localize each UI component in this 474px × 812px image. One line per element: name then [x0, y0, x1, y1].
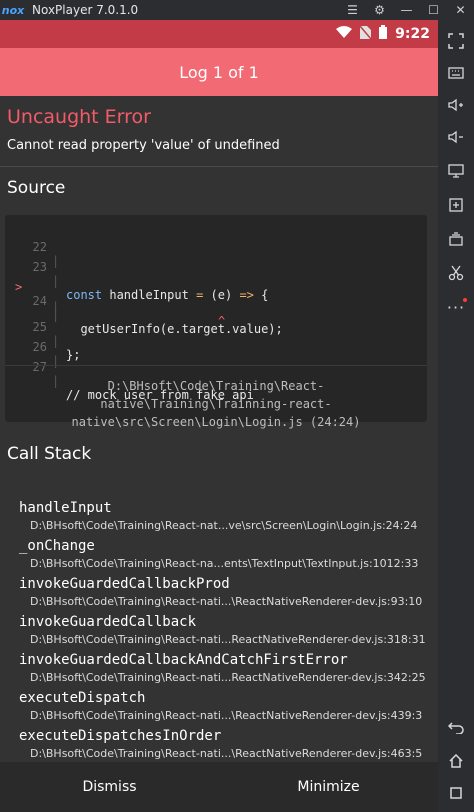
notification-dot: [463, 298, 467, 302]
emulator-toolbar: ···: [438, 20, 474, 812]
minimize-icon[interactable]: —: [393, 3, 420, 17]
volume-up-icon[interactable]: [438, 90, 474, 120]
screen-icon[interactable]: [438, 156, 474, 186]
nox-logo: nox: [1, 3, 25, 17]
stack-frame[interactable]: invokeGuardedCallback D:\BHsoft\Code\Tra…: [0, 614, 438, 652]
device-screen: 9:22 Log 1 of 1 Uncaught Error Cannot re…: [0, 20, 438, 812]
screenshot-icon[interactable]: [438, 190, 474, 220]
divider: [0, 166, 438, 167]
frame-location: D:\BHsoft\Code\Training\React-nati...\Re…: [30, 595, 423, 608]
maximize-icon[interactable]: ☐: [420, 3, 447, 17]
wifi-icon: [336, 26, 353, 42]
frame-function: _onChange: [19, 538, 95, 554]
recents-icon[interactable]: [438, 778, 474, 808]
window-controls: ☰ ⚙ — ☐ ✕: [339, 3, 474, 17]
status-time: 9:22: [395, 26, 430, 42]
more-icon[interactable]: ···: [438, 292, 474, 322]
code-line-error: > 24 | getUserInfo(e.target.value);: [5, 266, 427, 336]
frame-function: executeDispatchesInOrder: [19, 728, 222, 744]
redbox-content[interactable]: Uncaught Error Cannot read property 'val…: [0, 96, 438, 762]
no-sim-icon: [359, 25, 372, 43]
path-divider: [5, 365, 427, 366]
back-icon[interactable]: [438, 712, 474, 742]
code-line: 23 | const handleInput = (e) => {: [5, 246, 427, 302]
multi-instance-icon[interactable]: [438, 224, 474, 254]
frame-location: D:\BHsoft\Code\Training\React-nat...ve\s…: [30, 519, 418, 532]
code-line: 26 |: [5, 326, 427, 368]
log-title: Log 1 of 1: [179, 62, 259, 82]
status-bar: 9:22: [0, 20, 438, 48]
code-line: | ^: [5, 286, 427, 328]
stack-frame[interactable]: invokeGuardedCallbackAndCatchFirstError …: [0, 652, 438, 690]
frame-location: D:\BHsoft\Code\Training\React-nati...Rea…: [30, 633, 426, 646]
window-titlebar: nox NoxPlayer 7.0.1.0 ☰ ⚙ — ☐ ✕: [0, 0, 474, 20]
fullscreen-icon[interactable]: [438, 26, 474, 56]
stack-frame[interactable]: handleInput D:\BHsoft\Code\Training\Reac…: [0, 500, 438, 538]
menu-icon[interactable]: ☰: [339, 3, 366, 17]
frame-location: D:\BHsoft\Code\Training\React-nati...\Re…: [30, 709, 423, 722]
frame-location: D:\BHsoft\Code\Training\React-na...ents\…: [30, 557, 419, 570]
close-icon[interactable]: ✕: [447, 3, 474, 17]
minimize-button[interactable]: Minimize: [219, 762, 438, 812]
code-line: 27 | // mock user from fake api: [5, 346, 427, 402]
line-number: 27: [32, 360, 47, 374]
app-bar: Log 1 of 1: [0, 48, 438, 96]
frame-function: invokeGuardedCallback: [19, 614, 197, 630]
error-title: Uncaught Error: [7, 106, 151, 128]
frame-function: executeDispatch: [19, 690, 146, 706]
code-line: 22 |: [5, 226, 427, 268]
frame-function: invokeGuardedCallbackAndCatchFirstError: [19, 652, 348, 668]
redbox-footer: Dismiss Minimize: [0, 762, 438, 812]
call-stack-title: Call Stack: [7, 444, 92, 464]
error-message: Cannot read property 'value' of undefine…: [7, 138, 280, 153]
keyboard-icon[interactable]: [438, 58, 474, 88]
home-icon[interactable]: [438, 746, 474, 776]
frame-location: D:\BHsoft\Code\Training\React-nati...Rea…: [30, 671, 426, 684]
frame-function: invokeGuardedCallbackProd: [19, 576, 230, 592]
settings-icon[interactable]: ⚙: [366, 3, 393, 17]
frame-function: handleInput: [19, 500, 112, 516]
stack-frame[interactable]: _onChange D:\BHsoft\Code\Training\React-…: [0, 538, 438, 576]
volume-down-icon[interactable]: [438, 122, 474, 152]
code-line: 25 | };: [5, 306, 427, 362]
stack-frame[interactable]: executeDispatch D:\BHsoft\Code\Training\…: [0, 690, 438, 728]
dismiss-button[interactable]: Dismiss: [0, 762, 219, 812]
source-title: Source: [7, 178, 66, 198]
stack-frame[interactable]: executeDispatchesInOrder D:\BHsoft\Code\…: [0, 728, 438, 762]
window-title: NoxPlayer 7.0.1.0: [32, 3, 139, 17]
battery-icon: [379, 25, 388, 43]
source-code-box: 22 | 23 | const handleInput = (e) => { >…: [5, 215, 427, 429]
stack-frame[interactable]: invokeGuardedCallbackProd D:\BHsoft\Code…: [0, 576, 438, 614]
frame-location: D:\BHsoft\Code\Training\React-nati...\Re…: [30, 747, 423, 760]
source-file-path: D:\BHsoft\Code\Training\React-native\Tra…: [71, 379, 361, 429]
scissors-icon[interactable]: [438, 258, 474, 288]
